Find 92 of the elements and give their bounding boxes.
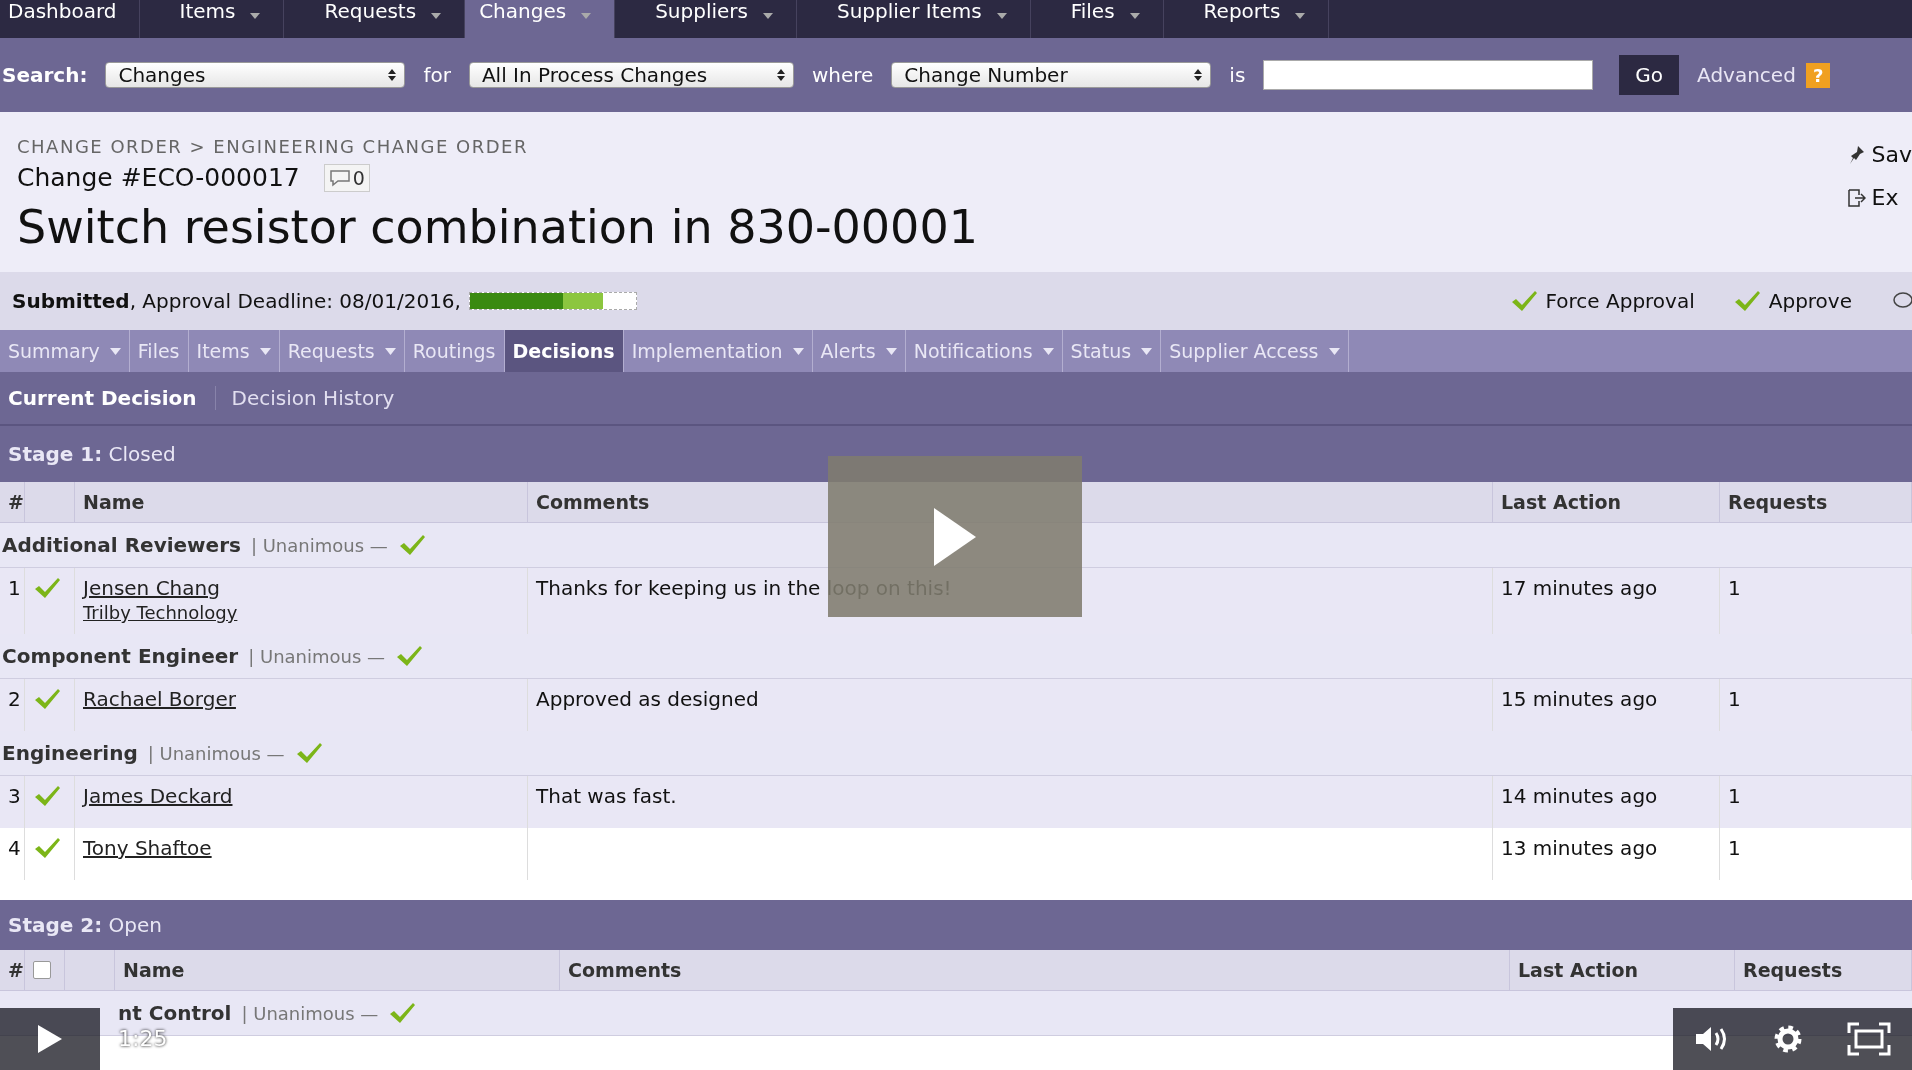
last-action: 15 minutes ago (1501, 687, 1659, 711)
group-rule: | Unanimous — (147, 742, 285, 764)
request-count: 1 (1728, 836, 1742, 860)
stepper-icon (1194, 69, 1203, 81)
breadcrumb: CHANGE ORDER > ENGINEERING CHANGE ORDER (17, 136, 529, 157)
approval-action[interactable]: Approve (1732, 289, 1852, 313)
caret-icon (1328, 347, 1340, 355)
group-rule: | Unanimous — (248, 645, 386, 667)
caret-icon (249, 12, 262, 20)
field-select[interactable]: Change Number (891, 62, 1212, 88)
caret-icon (885, 347, 897, 355)
play-icon (38, 1025, 62, 1053)
play-icon (934, 507, 976, 566)
header-action[interactable]: Sav (1845, 142, 1912, 167)
stage-label: Stage 1: Closed (8, 442, 176, 466)
check-icon (388, 1001, 417, 1025)
column-header: Name (75, 482, 528, 523)
for-label: for (423, 63, 451, 87)
row-number: 3 (8, 784, 22, 808)
caret-icon (384, 347, 396, 355)
caret-icon (1042, 347, 1054, 355)
check-icon (33, 836, 61, 860)
approval-action[interactable]: Force Approval (1509, 289, 1695, 313)
checkbox[interactable] (33, 961, 51, 979)
video-play-button[interactable] (828, 456, 1082, 617)
caret-icon (109, 347, 121, 355)
row-number: 4 (8, 836, 22, 860)
stage-label: Stage 2: Open (8, 913, 162, 937)
column-header: Last Action (1510, 950, 1735, 991)
caret-icon (761, 12, 774, 20)
search-input[interactable] (1263, 60, 1594, 90)
go-button[interactable]: Go (1619, 55, 1680, 95)
group-rule: | Unanimous — (241, 1002, 379, 1024)
export-icon (1845, 186, 1866, 209)
reviewer-link[interactable]: Tony Shaftoe (83, 836, 527, 860)
tab[interactable]: Decisions (504, 330, 624, 372)
filter-select[interactable]: All In Process Changes (468, 62, 794, 88)
is-label: is (1229, 63, 1246, 87)
change-title: Switch resistor combination in 830-00001 (17, 200, 978, 254)
subtab[interactable]: Current Decision (0, 386, 215, 410)
change-number: Change #ECO-000017 (17, 163, 300, 192)
caret-icon (1141, 347, 1153, 355)
status-text: Submitted, Approval Deadline: 08/01/2016, (12, 289, 461, 313)
company-link[interactable]: Trilby Technology (83, 602, 527, 623)
caret-icon (792, 347, 804, 355)
caret-icon (1294, 12, 1307, 20)
request-count: 1 (1728, 687, 1742, 711)
last-action: 17 minutes ago (1501, 576, 1659, 600)
where-label: where (811, 63, 874, 87)
fullscreen-button[interactable] (1846, 1022, 1891, 1056)
subtab[interactable]: Decision History (214, 386, 413, 410)
stepper-icon (776, 69, 785, 81)
stepper-icon (388, 69, 397, 81)
nav-tab[interactable]: Changes (465, 0, 616, 38)
comment-text: Approved as designed (536, 687, 760, 711)
group-rule: | Unanimous — (250, 534, 388, 556)
comment-text: That was fast. (536, 784, 678, 808)
group-name: Additional Reviewers (2, 533, 241, 557)
comment-count[interactable]: 0 (323, 163, 370, 192)
caret-icon (995, 12, 1008, 20)
player-play-button[interactable] (0, 1008, 100, 1070)
column-header: Requests (1720, 482, 1912, 523)
scope-select[interactable]: Changes (105, 62, 406, 88)
group-name: Component Engineer (2, 644, 239, 668)
caret-icon (580, 12, 593, 20)
column-header: # (0, 482, 25, 523)
caret-icon (259, 347, 271, 355)
header-action[interactable]: Ex (1845, 185, 1899, 210)
advanced-link[interactable]: Advanced (1697, 63, 1796, 87)
video-time: 1:25 (118, 1026, 168, 1051)
check-icon (33, 784, 61, 808)
fullscreen-icon (1846, 1022, 1891, 1056)
column-header: Last Action (1493, 482, 1720, 523)
column-header: Name (115, 950, 560, 991)
caret-icon (430, 12, 443, 20)
search-label: Search: (2, 63, 88, 87)
check-icon (395, 644, 424, 668)
last-action: 14 minutes ago (1501, 784, 1659, 808)
reviewer-link[interactable]: Jensen Chang (83, 576, 527, 600)
request-count: 1 (1728, 576, 1742, 600)
caret-icon (1128, 12, 1141, 20)
check-icon (33, 687, 61, 711)
row-number: 2 (8, 687, 22, 711)
last-action: 13 minutes ago (1501, 836, 1659, 860)
column-header: # (0, 950, 25, 991)
column-header: Comments (560, 950, 1510, 991)
check-icon (33, 576, 61, 600)
column-header: Requests (1735, 950, 1912, 991)
group-name: nt Control (118, 1001, 232, 1025)
request-count: 1 (1728, 784, 1742, 808)
group-name: Engineering (2, 741, 138, 765)
row-number: 1 (8, 576, 22, 600)
